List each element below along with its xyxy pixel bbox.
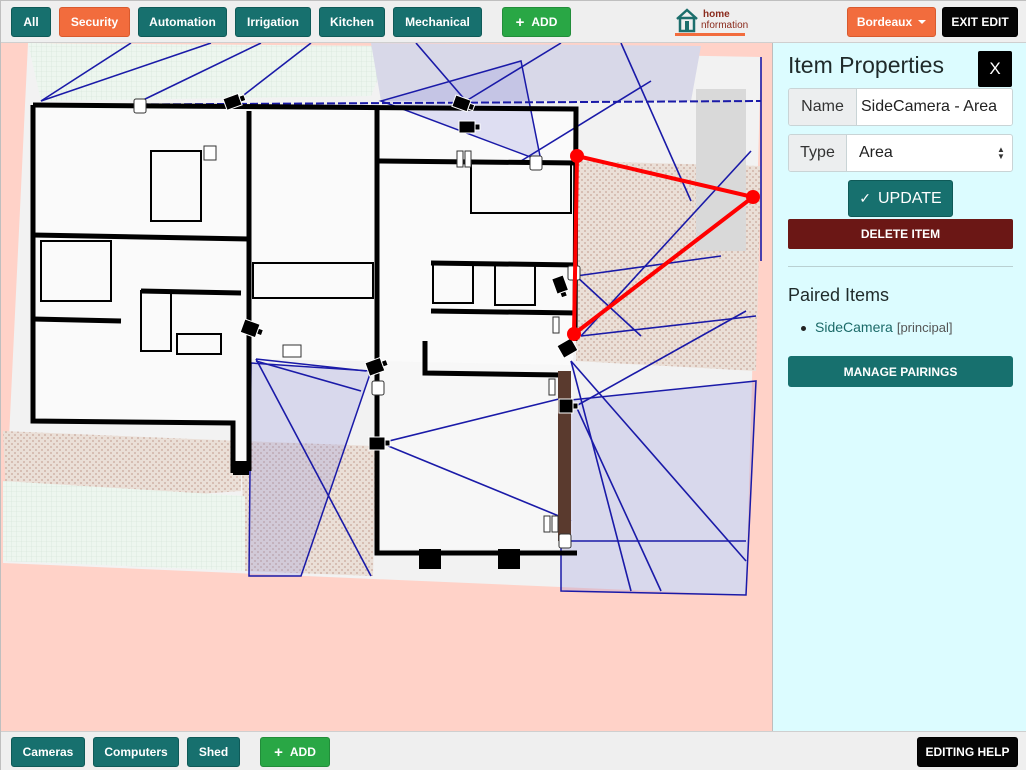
add-layer-label: ADD (289, 745, 316, 759)
sensor-icon (133, 98, 147, 114)
delete-item-button[interactable]: DELETE ITEM (788, 219, 1013, 249)
floor-plan-map[interactable] (1, 43, 773, 731)
location-dropdown[interactable]: Bordeaux (847, 7, 936, 37)
location-label: Bordeaux (856, 15, 913, 29)
sensor-icon (282, 344, 302, 358)
name-field-group: Name (788, 88, 1013, 126)
filter-security-button[interactable]: Security (59, 7, 130, 37)
vertex-handle-icon[interactable] (567, 327, 581, 341)
garage-pier-right (498, 549, 520, 569)
paired-items-title: Paired Items (788, 285, 890, 305)
sensor-icon (371, 380, 385, 396)
filter-all-button[interactable]: All (11, 7, 51, 37)
sensor-icon (464, 150, 472, 168)
paired-item-name[interactable]: SideCamera (815, 319, 893, 335)
panel-title: Item Properties (788, 52, 944, 78)
update-label: UPDATE (878, 189, 942, 207)
name-input[interactable] (857, 89, 1012, 125)
editing-help-button[interactable]: EDITING HELP (917, 737, 1018, 767)
sensor-icon (543, 515, 551, 533)
bullet-icon (801, 326, 806, 331)
home-logo-icon (676, 8, 698, 33)
layer-cameras-button[interactable]: Cameras (11, 737, 85, 767)
filter-kitchen-button[interactable]: Kitchen (319, 7, 385, 37)
filter-automation-button[interactable]: Automation (138, 7, 227, 37)
sensor-icon (551, 515, 559, 533)
type-select[interactable]: Area (847, 135, 990, 171)
paired-item[interactable]: SideCamera [principal] (801, 319, 953, 335)
exit-edit-button[interactable]: EXIT EDIT (942, 7, 1018, 37)
logo-underline (675, 33, 745, 36)
sensor-icon (558, 533, 572, 549)
filter-irrigation-button[interactable]: Irrigation (235, 7, 311, 37)
bottom-toolbar: Cameras Computers Shed + ADD EDITING HEL… (1, 731, 1026, 770)
add-layer-button[interactable]: + ADD (260, 737, 330, 767)
name-field-label: Name (789, 89, 857, 125)
home-information-logo[interactable]: home nformation (675, 6, 749, 36)
add-category-button[interactable]: + ADD (502, 7, 571, 37)
logo-text-information: nformation (701, 20, 749, 31)
top-toolbar: All Security Automation Irrigation Kitch… (1, 1, 1026, 43)
sensor-icon (529, 155, 543, 171)
sensor-icon (552, 316, 560, 334)
caret-down-icon (918, 20, 927, 24)
select-arrows-icon[interactable]: ▲ ▼ (990, 135, 1012, 171)
garden-area (3, 481, 245, 571)
logo-text-home: home (703, 9, 730, 20)
filter-mechanical-button[interactable]: Mechanical (393, 7, 482, 37)
add-category-label: ADD (531, 15, 558, 29)
paired-item-role: [principal] (896, 319, 953, 335)
layer-shed-button[interactable]: Shed (187, 737, 240, 767)
sensor-icon (203, 145, 217, 161)
item-properties-panel: Item Properties X Name Type Area ▲▼ ✓ UP… (773, 43, 1026, 731)
type-field-group: Type Area ▲ ▼ (788, 134, 1013, 172)
update-button[interactable]: ✓ UPDATE (848, 180, 953, 217)
lawn-area (28, 43, 391, 101)
type-field-label: Type (789, 135, 847, 171)
app-window: All Security Automation Irrigation Kitch… (0, 0, 1026, 770)
shed-structure (696, 89, 746, 251)
plus-icon: + (274, 743, 283, 761)
chimney (233, 461, 249, 475)
close-panel-button[interactable]: X (978, 51, 1012, 87)
layer-computers-button[interactable]: Computers (93, 737, 179, 767)
vertex-handle-icon[interactable] (746, 190, 760, 204)
vertex-handle-icon[interactable] (570, 149, 584, 163)
panel-divider (788, 266, 1013, 267)
garage-pier-left (419, 549, 441, 569)
check-icon: ✓ (859, 190, 871, 206)
sensor-icon (456, 150, 464, 168)
manage-pairings-button[interactable]: MANAGE PAIRINGS (788, 356, 1013, 387)
plus-icon: + (515, 13, 525, 31)
floor-plan-canvas[interactable] (1, 43, 773, 731)
sensor-icon (548, 378, 556, 396)
garage-workbench (558, 371, 571, 541)
